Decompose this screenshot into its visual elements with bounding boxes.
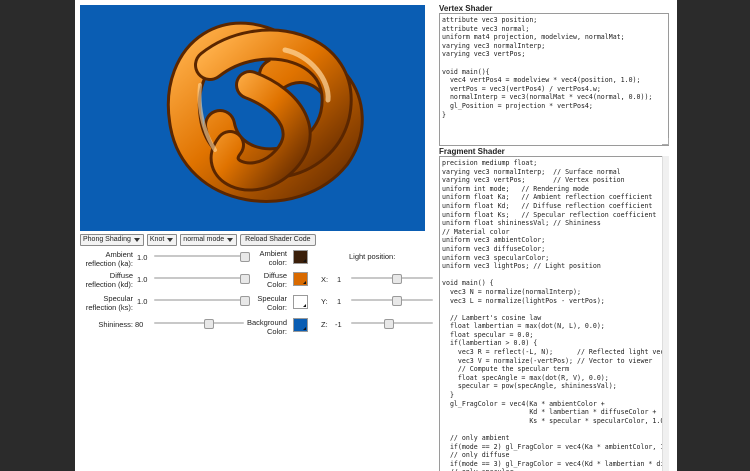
vertex-shader-title: Vertex Shader xyxy=(439,4,493,13)
fragment-shader-editor[interactable]: precision mediump float; varying vec3 no… xyxy=(439,156,669,471)
vertex-resize-handle[interactable] xyxy=(662,138,669,145)
vertex-shader-editor[interactable]: attribute vec3 position; attribute vec3 … xyxy=(439,13,669,146)
fragment-scrollbar[interactable] xyxy=(662,156,669,471)
fragment-shader-title: Fragment Shader xyxy=(439,147,505,156)
page: Phong Shading Knot normal mode Reload Sh… xyxy=(75,0,677,471)
